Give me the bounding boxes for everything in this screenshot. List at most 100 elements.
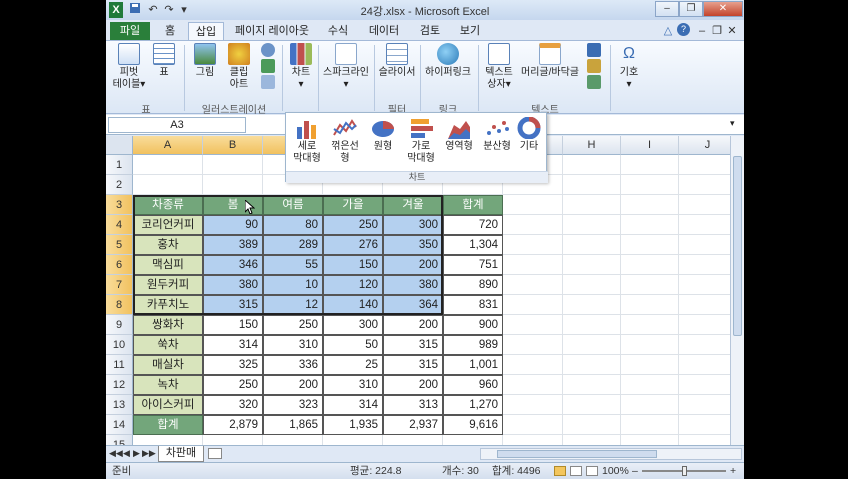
tab-data[interactable]: 데이터 [364, 22, 404, 40]
tab-insert[interactable]: 삽입 [188, 22, 224, 40]
pivot-table-button[interactable]: 피벗 테이블▾ [110, 43, 148, 91]
empty-cell[interactable] [679, 175, 737, 195]
category-cell[interactable]: 녹차 [133, 375, 203, 395]
empty-cell[interactable] [563, 175, 621, 195]
doc-close-button[interactable]: ✕ [726, 23, 738, 39]
restore-button[interactable]: ❐ [679, 1, 703, 17]
value-cell[interactable]: 346 [203, 255, 263, 275]
value-cell[interactable]: 250 [203, 375, 263, 395]
empty-cell[interactable] [503, 195, 563, 215]
vertical-scrollbar[interactable] [730, 136, 744, 445]
empty-cell[interactable] [679, 235, 737, 255]
empty-cell[interactable] [503, 255, 563, 275]
sheet-nav-last-icon[interactable]: ▶▶ [142, 448, 156, 459]
empty-cell[interactable] [679, 215, 737, 235]
header-footer-button[interactable]: 머리글/바닥글 [518, 43, 582, 79]
row-header-10[interactable]: 10 [106, 335, 133, 355]
empty-cell[interactable] [133, 435, 203, 445]
value-cell[interactable]: 10 [263, 275, 323, 295]
empty-cell[interactable] [679, 435, 737, 445]
symbol-button[interactable]: Ω 기호 ▾ [614, 43, 644, 91]
value-cell[interactable]: 315 [383, 355, 443, 375]
row-header-12[interactable]: 12 [106, 375, 133, 395]
category-cell[interactable]: 카푸치노 [133, 295, 203, 315]
value-cell[interactable]: 80 [263, 215, 323, 235]
empty-cell[interactable] [621, 335, 679, 355]
wordart-button[interactable] [584, 43, 604, 91]
empty-cell[interactable] [621, 375, 679, 395]
column-header-i[interactable]: I [621, 136, 679, 155]
value-cell[interactable]: 325 [203, 355, 263, 375]
empty-cell[interactable] [679, 335, 737, 355]
empty-cell[interactable] [503, 395, 563, 415]
help-icon[interactable]: ? [677, 23, 690, 36]
category-cell[interactable]: 맥심피 [133, 255, 203, 275]
empty-cell[interactable] [621, 295, 679, 315]
select-all-corner[interactable] [106, 136, 133, 155]
column-header-h[interactable]: H [563, 136, 621, 155]
empty-cell[interactable] [503, 375, 563, 395]
value-cell[interactable]: 890 [443, 275, 503, 295]
slicer-button[interactable]: 슬라이서 [376, 43, 418, 79]
empty-cell[interactable] [621, 155, 679, 175]
value-cell[interactable]: 831 [443, 295, 503, 315]
value-cell[interactable]: 380 [383, 275, 443, 295]
row-header-8[interactable]: 8 [106, 295, 133, 315]
chart-bar-button[interactable]: 가로 막대형 [404, 117, 438, 165]
total-value-cell[interactable]: 2,879 [203, 415, 263, 435]
value-cell[interactable]: 389 [203, 235, 263, 255]
empty-cell[interactable] [563, 415, 621, 435]
tab-page-layout[interactable]: 페이지 레이아웃 [230, 22, 314, 40]
category-cell[interactable]: 홍차 [133, 235, 203, 255]
empty-cell[interactable] [503, 215, 563, 235]
row-header-7[interactable]: 7 [106, 275, 133, 295]
close-button[interactable]: ✕ [703, 1, 743, 17]
value-cell[interactable]: 350 [383, 235, 443, 255]
value-cell[interactable]: 50 [323, 335, 383, 355]
empty-cell[interactable] [503, 295, 563, 315]
empty-cell[interactable] [563, 335, 621, 355]
empty-cell[interactable] [621, 275, 679, 295]
column-header-a[interactable]: A [133, 136, 203, 155]
value-cell[interactable]: 960 [443, 375, 503, 395]
zoom-slider-thumb[interactable] [682, 466, 687, 476]
chart-scatter-button[interactable]: 분산형 [480, 117, 514, 153]
empty-cell[interactable] [621, 235, 679, 255]
value-cell[interactable]: 323 [263, 395, 323, 415]
empty-cell[interactable] [203, 155, 263, 175]
normal-view-icon[interactable] [554, 466, 566, 476]
value-cell[interactable]: 314 [203, 335, 263, 355]
empty-cell[interactable] [203, 175, 263, 195]
value-cell[interactable]: 380 [203, 275, 263, 295]
value-cell[interactable]: 200 [383, 255, 443, 275]
clip-art-button[interactable]: 클립 아트 [224, 43, 254, 91]
value-cell[interactable]: 989 [443, 335, 503, 355]
total-value-cell[interactable]: 2,937 [383, 415, 443, 435]
row-header-6[interactable]: 6 [106, 255, 133, 275]
empty-cell[interactable] [203, 435, 263, 445]
row-header-4[interactable]: 4 [106, 215, 133, 235]
value-cell[interactable]: 320 [203, 395, 263, 415]
empty-cell[interactable] [621, 215, 679, 235]
empty-cell[interactable] [679, 155, 737, 175]
chart-button[interactable]: 차트 ▾ [286, 43, 316, 91]
value-cell[interactable]: 314 [323, 395, 383, 415]
value-cell[interactable]: 55 [263, 255, 323, 275]
empty-cell[interactable] [621, 175, 679, 195]
row-header-13[interactable]: 13 [106, 395, 133, 415]
empty-cell[interactable] [563, 435, 621, 445]
table-button[interactable]: 표 [150, 43, 178, 79]
value-cell[interactable]: 313 [383, 395, 443, 415]
empty-cell[interactable] [679, 295, 737, 315]
page-break-view-icon[interactable] [586, 466, 598, 476]
value-cell[interactable]: 751 [443, 255, 503, 275]
value-cell[interactable]: 90 [203, 215, 263, 235]
empty-cell[interactable] [621, 415, 679, 435]
value-cell[interactable]: 1,304 [443, 235, 503, 255]
value-cell[interactable]: 336 [263, 355, 323, 375]
value-cell[interactable]: 364 [383, 295, 443, 315]
empty-cell[interactable] [563, 255, 621, 275]
chart-area-button[interactable]: 영역형 [442, 117, 476, 153]
table-header-cell[interactable]: 여름 [263, 195, 323, 215]
tab-review[interactable]: 검토 [414, 22, 446, 40]
